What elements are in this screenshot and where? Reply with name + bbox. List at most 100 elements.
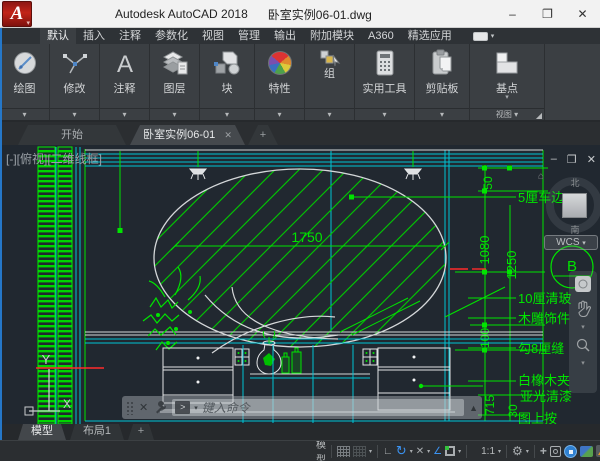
tab-annotate[interactable]: 注释 [112,28,148,44]
panel-view[interactable]: 基点 ▾ 视图 ▾ ◢ [470,44,545,120]
status-model-label[interactable]: 模型 [316,440,326,461]
osnap-tracking-icon[interactable]: ∠ [433,446,442,457]
tab-output[interactable]: 输出 [267,28,303,44]
grid-display-icon[interactable] [353,446,366,457]
drawing-canvas[interactable]: 1750 50 1080 1250 [0,145,600,424]
chevron-down-icon[interactable]: ▾ [498,448,501,455]
chevron-down-icon[interactable]: ▾ [526,448,529,455]
file-tab-start[interactable]: 开始 [18,125,126,145]
drawing-minimize-button[interactable]: – [551,153,557,166]
new-drawing-button[interactable]: + [248,125,278,145]
tab-a360[interactable]: A360 [361,28,401,44]
close-tab-icon[interactable]: ✕ [224,130,232,140]
panel-expand[interactable]: ▾ [100,108,149,120]
polar-tracking-icon[interactable]: ↻ [396,443,407,459]
ortho-mode-icon[interactable]: ∟ [383,446,393,457]
isolate-objects-icon[interactable] [550,446,561,457]
panel-expand[interactable]: ▾ [255,108,304,120]
tab-default[interactable]: 默认 [40,28,76,44]
panel-label: 块 [200,80,254,96]
tab-view[interactable]: 视图 [195,28,231,44]
clean-screen-icon[interactable] [564,445,577,458]
zoom-icon[interactable] [575,337,591,353]
viewcube-north-label[interactable]: 北 [542,176,600,189]
chevron-down-icon[interactable]: ▾ [410,448,413,455]
panel-groups[interactable]: 组 ▾ [305,44,355,120]
annotation-monitor-icon[interactable]: + [540,444,547,458]
panel-properties[interactable]: 特性 ▾ [255,44,305,120]
drawing-restore-button[interactable]: ❐ [567,153,577,166]
panel-expand[interactable]: ▾ [415,108,469,120]
alert-icon[interactable] [596,445,600,457]
modify-icon [50,47,99,79]
history-up-icon[interactable]: ▲ [469,403,478,413]
tab-parametric[interactable]: 参数化 [148,28,195,44]
status-bar: 模型 ▾ ∟ ↻ ▾ ✕ ▾ ∠ ▾ 1:1 ▾ ⚙ ▾ + ↗ ≡ [0,440,600,461]
calculator-icon [355,47,414,79]
close-icon[interactable]: ✕ [139,401,148,414]
chevron-down-icon[interactable]: ▾ [581,359,585,367]
panel-expand[interactable]: ▾ [355,108,414,120]
new-layout-button[interactable]: + [128,424,154,440]
panel-clipboard[interactable]: 剪贴板 ▾ [415,44,470,120]
tab-insert[interactable]: 插入 [76,28,112,44]
dialog-launcher-icon[interactable]: ◢ [536,110,542,121]
panel-layers[interactable]: 图层 ▾ [150,44,200,120]
pan-hand-icon[interactable] [575,299,591,317]
snap-mode-icon[interactable] [337,446,350,457]
viewport-menu[interactable]: [-] [6,152,17,166]
viewcube-face[interactable] [562,193,587,218]
command-placeholder: 键入命令 [202,399,250,416]
panel-view-footer[interactable]: 视图 ▾ ◢ [470,108,544,120]
panel-annotation[interactable]: A 注释 ▾ [100,44,150,120]
panel-expand[interactable]: ▾ [305,108,354,120]
annotation-scale-value[interactable]: 1:1 [481,446,495,457]
drag-handle[interactable] [126,401,134,415]
panel-modify[interactable]: 修改 ▾ [50,44,100,120]
file-tab-document[interactable]: 卧室实例06-01 ✕ [130,125,245,145]
customize-wrench-icon[interactable] [153,401,167,415]
panel-expand[interactable]: ▾ [150,108,199,120]
chevron-down-icon[interactable]: ▾ [581,323,585,331]
tab-model[interactable]: 模型 [18,424,66,440]
panel-expand[interactable]: ▾ [50,108,99,120]
tab-addins[interactable]: 附加模块 [303,28,361,44]
panel-expand[interactable]: ▾ [200,108,254,120]
panel-expand[interactable]: ▾ [0,108,49,120]
panel-draw[interactable]: 绘图 ▾ [0,44,50,120]
chevron-down-icon[interactable]: ▾ [194,404,198,412]
navigation-wheel-icon[interactable] [574,275,592,293]
wcs-dropdown[interactable]: WCS ▾ [544,235,598,250]
command-prompt-icon[interactable]: > [175,401,190,414]
command-input[interactable]: > ▾ 键入命令 [172,399,464,416]
chevron-down-icon[interactable]: ▾ [369,448,372,455]
object-snap-icon[interactable] [445,446,455,456]
tab-manage[interactable]: 管理 [231,28,267,44]
isometric-drafting-icon[interactable]: ✕ [416,446,424,457]
minimize-button[interactable]: – [495,0,530,28]
maximize-button[interactable]: ❐ [530,0,565,28]
tab-featured-apps[interactable]: 精选应用 [401,28,459,44]
chevron-down-icon[interactable]: ▾ [458,448,461,455]
chevron-down-icon[interactable]: ▾ [470,93,544,101]
panel-utilities[interactable]: 实用工具 ▾ [355,44,415,120]
viewcube[interactable]: ⌂ 北 南 [542,173,600,239]
app-menu-button[interactable]: A ▾ [2,1,32,27]
graphics-performance-icon[interactable] [580,446,593,457]
dim-715: 715 [483,395,497,415]
navigation-bar[interactable]: ▾ ▾ [569,271,597,393]
dim-1080: 1080 [477,236,492,265]
ribbon-display-toggle[interactable]: ▾ [473,28,495,44]
dim-1750: 1750 [291,229,322,245]
visual-style-control[interactable]: [二维线框] [47,152,102,166]
panel-block[interactable]: 块 ▾ [200,44,255,120]
tab-layout1[interactable]: 布局1 [70,424,124,440]
chevron-down-icon[interactable]: ▾ [427,448,430,455]
drawing-close-button[interactable]: ✕ [587,153,596,166]
view-panel-label: 视图 [496,110,512,119]
command-line[interactable]: ✕ > ▾ 键入命令 ▲ [122,396,482,419]
viewport-controls[interactable]: [-][俯视][二维线框] [6,150,102,167]
view-control[interactable]: [俯视] [17,152,48,166]
close-button[interactable]: ✕ [565,0,600,28]
workspace-gear-icon[interactable]: ⚙ [512,444,523,458]
